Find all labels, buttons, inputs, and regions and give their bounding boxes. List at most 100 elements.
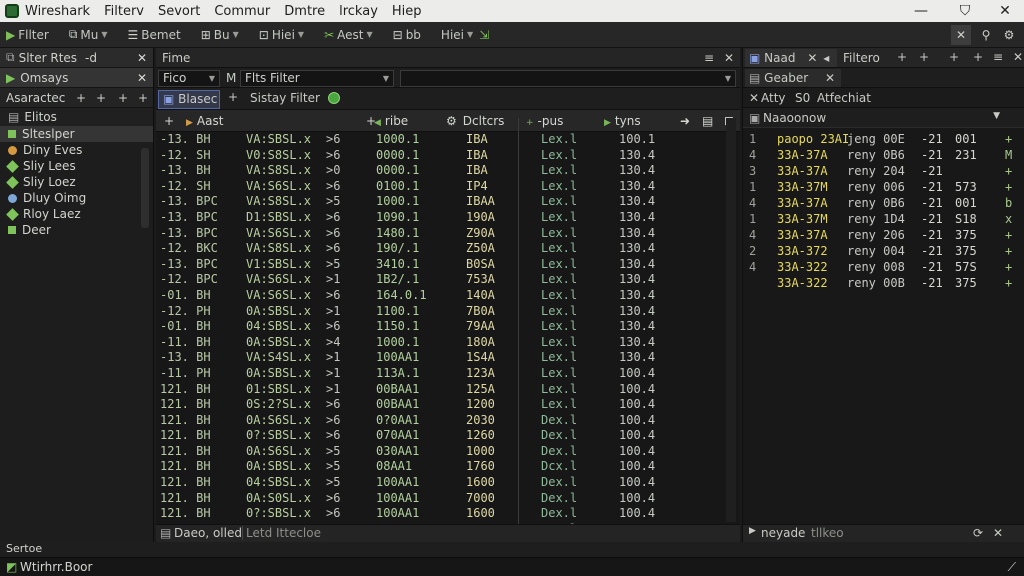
filter-input[interactable]: Flts Filter ▼ bbox=[240, 70, 394, 87]
close-icon[interactable]: ✕ bbox=[1013, 50, 1023, 64]
table-row[interactable]: -12. PH 0A:SBSL.x >1 1100.1 7B0A Lex.l 130.4 bbox=[156, 304, 740, 320]
filter-apply-icon[interactable] bbox=[328, 92, 340, 104]
filter-combo[interactable]: Fico ▼ bbox=[158, 70, 220, 87]
table-row[interactable]: 121. BH 0A:S6SL.x >6 0?0AA1 2030 Dex.l 100.4 bbox=[156, 413, 740, 429]
close-icon[interactable]: ✕ bbox=[137, 71, 147, 85]
add-icon[interactable]: + bbox=[973, 50, 983, 64]
filter-expression-input[interactable]: ▼ bbox=[400, 70, 736, 87]
toolbar-button-aest[interactable]: ✂ Aest ▼ bbox=[318, 24, 379, 46]
menu-item-lrckay[interactable]: lrckay bbox=[339, 4, 378, 19]
table-row[interactable]: -12. SH V0:S8SL.x >6 0000.1 IBA Lex.l 130.4 bbox=[156, 148, 740, 164]
detail-row[interactable]: 4 33A-37A reny 206 -21 375 + bbox=[743, 228, 1024, 244]
toolbar-button-bu[interactable]: ⊞ Bu ▼ bbox=[195, 24, 245, 46]
maximize-button[interactable]: ⛉ bbox=[948, 0, 982, 22]
column-header-dcltcrs[interactable]: ⚙ Dcltcrs bbox=[446, 114, 504, 128]
display-filter-label[interactable]: Sistay Filter bbox=[250, 91, 320, 105]
columns-icon[interactable]: ▤ bbox=[702, 114, 713, 128]
add-icon[interactable]: + bbox=[949, 50, 959, 64]
table-row[interactable]: 121. BH 0A:SBSL.x >5 08AA1 1760 Dcx.l 100.4 bbox=[156, 459, 740, 475]
column-header-aast[interactable]: ▶ Aast bbox=[186, 114, 223, 128]
detail-row[interactable]: 4 33A-37A reny 0B6 -21 231 M bbox=[743, 148, 1024, 164]
table-row[interactable]: 121. BH 0S:2?SL.x >6 00BAA1 1200 Lex.l 100.4 bbox=[156, 397, 740, 413]
table-row[interactable]: 121. BH 01:SBSL.x >1 00BAA1 125A Lex.l 100.4 bbox=[156, 382, 740, 398]
tab-naad[interactable]: ▣ Naad ✕ ◂ bbox=[745, 49, 837, 67]
close-icon[interactable]: ✕ bbox=[807, 51, 817, 65]
toolbar-button-mu[interactable]: ⧉ Mu ▼ bbox=[63, 24, 114, 46]
table-row[interactable]: -12. BKC VA:S8SL.x >6 190/.1 Z50A Lex.l 130.4 bbox=[156, 241, 740, 257]
breadcrumb-item[interactable]: Atfechiat bbox=[817, 91, 871, 105]
table-row[interactable]: -01. BH VA:S6SL.x >6 164.0.1 140A Lex.l 130.4 bbox=[156, 288, 740, 304]
sidebar-item[interactable]: Diny Eves bbox=[0, 142, 153, 158]
table-row[interactable]: -13. BPC VA:S6SL.x >6 1480.1 Z90A Lex.l 130.4 bbox=[156, 226, 740, 242]
tab-filtero[interactable]: Filtero bbox=[843, 51, 880, 65]
refresh-icon[interactable]: ⟳ bbox=[973, 526, 983, 540]
table-row[interactable]: -12. BPC VA:S6SL.x >1 1B2/.1 753A Lex.l 130.4 bbox=[156, 272, 740, 288]
detail-row[interactable]: 33A-322 reny 00B -21 375 + bbox=[743, 276, 1024, 292]
add-column-icon[interactable]: + bbox=[164, 114, 174, 128]
pin-icon[interactable]: ◂ bbox=[823, 51, 829, 65]
menu-item-dmtre[interactable]: Dmtre bbox=[284, 4, 325, 19]
sidebar-item[interactable]: Rloy Laez bbox=[0, 206, 153, 222]
add-icon[interactable]: + bbox=[96, 91, 106, 105]
add-icon[interactable]: + bbox=[118, 91, 128, 105]
detail-row[interactable]: 2 33A-372 reny 004 -21 375 + bbox=[743, 244, 1024, 260]
start-capture-button[interactable]: ▶ Fllter bbox=[0, 24, 55, 46]
detail-row[interactable]: 4 33A-322 reny 008 -21 57S + bbox=[743, 260, 1024, 276]
table-row[interactable]: -01. BH 04:SBSL.x >6 1150.1 79AA Lex.l 130.4 bbox=[156, 319, 740, 335]
close-window-button[interactable]: ✕ bbox=[988, 0, 1022, 22]
menu-item-sevort[interactable]: Sevort bbox=[158, 4, 200, 19]
table-row[interactable]: -12. SH VA:S6SL.x >6 0100.1 IP4 Lex.l 130.4 bbox=[156, 179, 740, 195]
gear-icon[interactable]: ⚙ bbox=[999, 25, 1019, 45]
breadcrumb-item[interactable]: S0 bbox=[795, 91, 810, 105]
column-header-tyns[interactable]: ▶ tyns bbox=[604, 114, 641, 128]
group-row-omsays[interactable]: ▶ Omsays ✕ bbox=[0, 68, 153, 88]
close-icon[interactable]: ✕ bbox=[749, 91, 759, 105]
footer-tab[interactable]: tllkeo bbox=[811, 526, 844, 540]
column-header-ribe[interactable]: ◀ ribe bbox=[374, 114, 408, 128]
toolbar-button-hiei[interactable]: ⊡ Hiei ▼ bbox=[253, 24, 310, 46]
column-header-pus[interactable]: + -pus bbox=[526, 114, 563, 128]
sidebar-item[interactable]: Deer bbox=[0, 222, 153, 238]
wrench-icon[interactable]: ✕ bbox=[951, 25, 971, 45]
search-icon[interactable]: ⚲ bbox=[976, 25, 996, 45]
toolbar-button-bemet[interactable]: ☰ Bemet bbox=[122, 24, 187, 46]
menu-item-help[interactable]: Hiep bbox=[392, 4, 422, 19]
table-row[interactable]: 121. BH 0?:SBSL.x >6 100AA1 1600 Dex.l 100.4 bbox=[156, 506, 740, 522]
menu-item-filter[interactable]: Filterv bbox=[104, 4, 144, 19]
tab-blasec[interactable]: ▣ Blasec bbox=[158, 90, 220, 109]
close-icon[interactable]: ✕ bbox=[825, 69, 835, 87]
menu-icon[interactable]: ≡ bbox=[704, 51, 714, 65]
resize-grip-icon[interactable]: ⟋ bbox=[1008, 560, 1016, 575]
add-icon[interactable]: + bbox=[138, 91, 148, 105]
packet-list-scrollbar[interactable] bbox=[726, 118, 736, 522]
add-icon[interactable]: + bbox=[76, 91, 86, 105]
detail-row[interactable]: 1 33A-37M reny 1D4 -21 S18 x bbox=[743, 212, 1024, 228]
table-row[interactable]: 121. BH 0?:SBSL.x >6 070AA1 1260 Dex.l 100.4 bbox=[156, 428, 740, 444]
detail-row[interactable]: 4 33A-37A reny 0B6 -21 001 b bbox=[743, 196, 1024, 212]
breadcrumb-item[interactable]: Atty bbox=[761, 91, 786, 105]
sidebar-item[interactable]: Sliy Loez bbox=[0, 174, 153, 190]
detail-row[interactable]: 1 33A-37M reny 006 -21 573 + bbox=[743, 180, 1024, 196]
sidebar-item[interactable]: Slteslper bbox=[0, 126, 153, 142]
table-row[interactable]: -13. BH VA:SBSL.x >6 1000.1 IBA Lex.l 100.1 bbox=[156, 132, 740, 148]
toolbar-button-hiei-2[interactable]: Hiei ▼ ⇲ bbox=[435, 24, 498, 46]
table-row[interactable]: -13. BPC V1:SBSL.x >5 3410.1 B0SA Lex.l 130.4 bbox=[156, 257, 740, 273]
left-scrollbar[interactable] bbox=[141, 148, 149, 228]
table-row[interactable]: -13. BPC D1:SBSL.x >6 1090.1 190A Lex.l 130.4 bbox=[156, 210, 740, 226]
table-row[interactable]: -11. PH 0A:SBSL.x >1 113A.1 123A Lex.l 100.4 bbox=[156, 366, 740, 382]
add-tab-button[interactable]: + bbox=[228, 90, 238, 104]
tree-group-elitos[interactable]: ▤ Elitos bbox=[0, 108, 153, 126]
subtab-geaber[interactable]: ▤ Geaber ✕ bbox=[745, 69, 841, 87]
table-row[interactable]: 121. BH 04:SBSL.x >5 100AA1 1600 Dex.l 100.4 bbox=[156, 475, 740, 491]
menu-icon[interactable]: ≡ bbox=[993, 50, 1003, 64]
table-row[interactable]: 121. BH 0A:S6SL.x >5 030AA1 1000 Dex.l 100.4 bbox=[156, 444, 740, 460]
detail-row[interactable]: 3 33A-37A reny 204 -21 + bbox=[743, 164, 1024, 180]
arrow-right-icon[interactable]: ➜ bbox=[680, 114, 690, 128]
detail-row[interactable]: 1 paopo 23AI jeng 00E -21 001 + bbox=[743, 132, 1024, 148]
add-icon[interactable]: + bbox=[919, 50, 929, 64]
close-icon[interactable]: ✕ bbox=[724, 51, 734, 65]
minimize-button[interactable]: — bbox=[904, 0, 938, 22]
close-icon[interactable]: ✕ bbox=[993, 526, 1003, 540]
right-scrollbar[interactable] bbox=[1011, 148, 1021, 538]
table-row[interactable]: -11. BH 0A:SBSL.x >4 1000.1 180A Lex.l 130.4 bbox=[156, 335, 740, 351]
